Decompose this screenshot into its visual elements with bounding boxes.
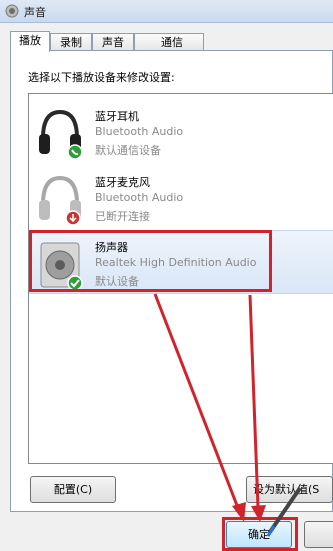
tab-communications[interactable]: 通信 bbox=[134, 33, 204, 50]
tab-playback[interactable]: 播放 bbox=[10, 31, 50, 52]
cancel-button[interactable] bbox=[304, 521, 333, 548]
device-item-bluetooth-headset[interactable]: 蓝牙耳机 Bluetooth Audio 默认通信设备 bbox=[29, 100, 333, 164]
instruction-text: 选择以下播放设备来修改设置: bbox=[28, 71, 175, 84]
tab-recording[interactable]: 录制 bbox=[50, 33, 92, 50]
title-bar: 声音 bbox=[0, 0, 333, 23]
device-name: 蓝牙耳机 bbox=[95, 110, 139, 123]
set-default-button[interactable]: 设为默认值(S bbox=[246, 476, 333, 503]
device-driver: Bluetooth Audio bbox=[95, 191, 184, 204]
device-status: 默认通信设备 bbox=[95, 144, 161, 157]
device-item-bluetooth-mic[interactable]: 蓝牙麦克风 Bluetooth Audio 已断开连接 bbox=[29, 166, 333, 230]
speaker-app-icon bbox=[5, 4, 19, 18]
headphones-icon bbox=[39, 109, 83, 160]
window-title: 声音 bbox=[24, 6, 46, 19]
device-driver: Bluetooth Audio bbox=[95, 125, 184, 138]
headphones-icon bbox=[39, 175, 81, 226]
phone-badge-icon bbox=[67, 144, 83, 160]
annotation-highlight-box bbox=[29, 230, 272, 292]
configure-button[interactable]: 配置(C) bbox=[30, 476, 116, 503]
tab-sounds[interactable]: 声音 bbox=[92, 33, 134, 50]
device-status: 已断开连接 bbox=[95, 210, 150, 223]
device-name: 蓝牙麦克风 bbox=[95, 176, 150, 189]
annotation-ok-highlight bbox=[222, 517, 298, 551]
